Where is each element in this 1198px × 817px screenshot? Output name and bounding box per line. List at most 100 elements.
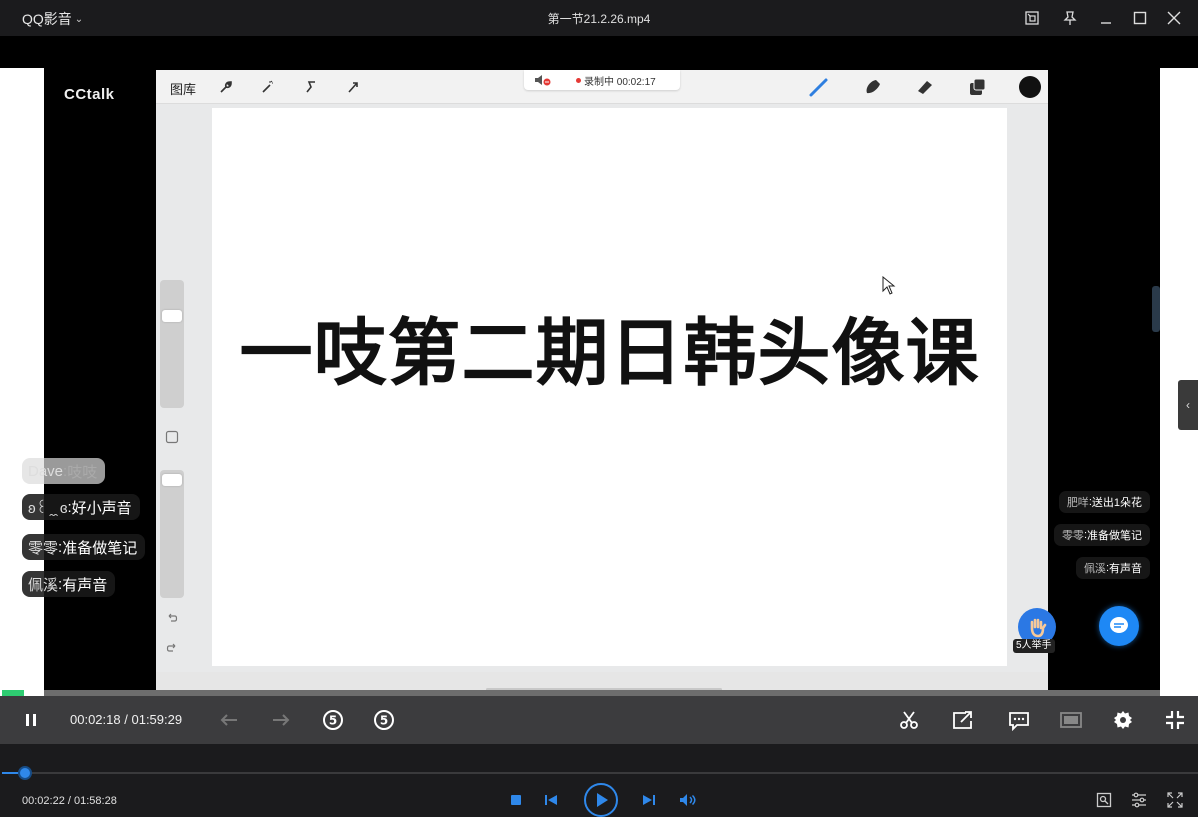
scissors-icon — [900, 711, 918, 729]
recording-dot — [576, 77, 581, 83]
volume-button[interactable] — [678, 792, 698, 808]
progress-track[interactable] — [2, 772, 1198, 774]
embedded-time: 00:02:18 / 01:59:29 — [70, 712, 182, 727]
mini-mode-icon — [1025, 11, 1039, 25]
stop-icon — [511, 795, 521, 805]
side-panel-toggle[interactable]: ‹ — [1178, 380, 1198, 430]
share-button[interactable] — [950, 708, 976, 732]
raised-hand-icon — [1030, 618, 1047, 638]
progress-thumb[interactable] — [18, 766, 32, 780]
fullscreen-button[interactable] — [1165, 790, 1185, 810]
chat-text: 准备做笔记 — [1087, 530, 1142, 542]
maximize-button[interactable] — [1128, 6, 1152, 30]
video-left-margin — [0, 68, 44, 696]
chat-bubble-icon — [1110, 617, 1128, 633]
exit-fullscreen-button[interactable] — [1162, 708, 1188, 732]
previous-button[interactable] — [542, 792, 560, 808]
drawing-toolbar: 图库 录制中 00:02:17 — [156, 70, 1048, 104]
magnify-screen-icon — [1096, 792, 1112, 808]
exit-fullscreen-icon — [1166, 711, 1184, 729]
total-time: 01:59:29 — [131, 712, 183, 727]
recording-indicator: 录制中 00:02:17 — [524, 70, 680, 90]
video-frame[interactable]: CCtalk 图库 录制中 00:02:17 一吱第二期日韩头像课 ‹ Dave… — [0, 68, 1198, 696]
chat-message: Dave: 吱吱 — [22, 458, 106, 484]
stop-button[interactable] — [508, 792, 524, 808]
subtitle-button[interactable] — [1006, 708, 1032, 732]
settings-button[interactable] — [1110, 708, 1136, 732]
pin-button[interactable] — [1058, 6, 1082, 30]
undo-icon — [168, 613, 178, 622]
chat-text: 有声音 — [1109, 563, 1142, 575]
minimize-button[interactable] — [1094, 6, 1118, 30]
layers-icon — [966, 76, 988, 98]
wrench-icon — [214, 76, 236, 98]
skip-previous-icon — [545, 795, 557, 805]
cctalk-logo: CCtalk — [64, 86, 115, 103]
chat-bubble-button — [1099, 606, 1139, 646]
slider-knob — [162, 310, 182, 322]
next-button[interactable] — [640, 792, 658, 808]
play-button[interactable] — [583, 782, 619, 817]
chat-sender: ʚ꒰ ̯ ̯ ɞ — [28, 500, 68, 517]
arrow-left-icon — [220, 714, 237, 726]
raise-hand-count: 5人举手 — [1013, 639, 1055, 653]
time-separator: / — [124, 712, 128, 727]
chat-text: 准备做笔记 — [62, 539, 138, 557]
fullscreen-icon — [1167, 792, 1183, 808]
chat-text: 吱吱 — [67, 463, 98, 481]
share-icon — [953, 711, 972, 729]
embedded-player-controls: 00:02:18 / 01:59:29 5 5 — [0, 696, 1198, 744]
screenshot-button[interactable] — [1094, 790, 1114, 810]
canvas-headline: 一吱第二期日韩头像课 — [239, 311, 980, 396]
next-arrow-button[interactable] — [268, 708, 294, 732]
letterbox-top — [0, 36, 1198, 68]
brush-sliders — [159, 280, 185, 664]
transform-arrow-icon — [342, 76, 364, 98]
maximize-icon — [1133, 11, 1147, 25]
redo-icon — [166, 643, 176, 652]
minimize-icon — [1101, 22, 1111, 24]
cctalk-panel — [44, 68, 156, 696]
pause-button[interactable] — [18, 708, 44, 732]
rewind-5-button[interactable]: 5 — [320, 708, 346, 732]
drawing-canvas: 一吱第二期日韩头像课 — [212, 108, 1007, 666]
chat-message: 零零: 准备做笔记 — [22, 534, 146, 560]
clip-button[interactable] — [896, 708, 922, 732]
slider-knob — [162, 474, 182, 486]
chat-message: 佩溪: 有声音 — [22, 571, 116, 597]
gear-icon — [1114, 711, 1132, 729]
chat-sender: 佩溪 — [28, 576, 59, 594]
close-button[interactable] — [1162, 6, 1186, 30]
forward-5-button[interactable]: 5 — [371, 708, 397, 732]
mouse-cursor-icon — [882, 276, 896, 295]
player-control-bar: 00:02:22 / 01:58:28 — [0, 744, 1198, 817]
prev-arrow-button[interactable] — [216, 708, 242, 732]
magic-wand-icon — [256, 76, 278, 98]
recording-time: 录制中 00:02:17 — [584, 76, 656, 88]
panel-handle — [1152, 286, 1160, 332]
pin-icon — [1063, 11, 1077, 25]
equalizer-button[interactable] — [1129, 790, 1149, 810]
title-bar: QQ影音 ⌄ 第一节21.2.26.mp4 — [0, 0, 1198, 36]
mini-mode-button[interactable] — [1020, 6, 1044, 30]
rewind-5-icon: 5 — [323, 710, 343, 730]
screen-icon — [1060, 712, 1082, 728]
chat-text: 好小声音 — [71, 499, 132, 517]
arrow-right-icon — [273, 714, 290, 726]
eraser-icon — [914, 76, 936, 98]
window-title: 第一节21.2.26.mp4 — [547, 12, 651, 26]
drawing-app-screen: 图库 录制中 00:02:17 一吱第二期日韩头像课 — [156, 70, 1048, 696]
modify-square-icon — [165, 430, 179, 444]
chat-message: 佩溪: 有声音 — [1075, 557, 1150, 579]
chat-message: 零零: 准备做笔记 — [1053, 524, 1150, 546]
equalizer-icon — [1132, 792, 1146, 808]
chat-sender: 零零 — [28, 539, 59, 557]
opacity-slider — [160, 470, 184, 598]
svg-text:5: 5 — [329, 714, 337, 728]
skip-next-icon — [643, 795, 655, 805]
window-mode-button[interactable] — [1058, 708, 1084, 732]
chat-text: 有声音 — [62, 576, 108, 594]
pause-icon — [26, 714, 36, 726]
chevron-left-icon: ‹ — [1186, 398, 1190, 412]
gallery-label: 图库 — [170, 82, 197, 97]
